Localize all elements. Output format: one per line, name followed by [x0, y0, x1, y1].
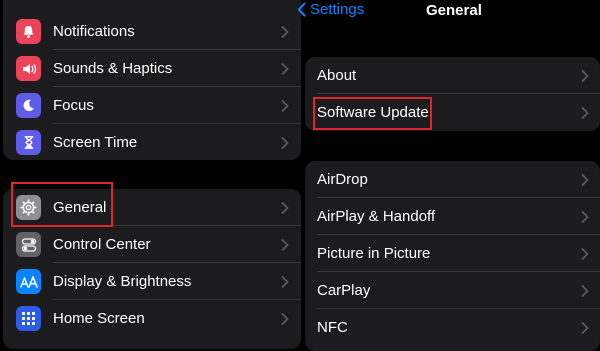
settings-row-control-center[interactable]: Control Center: [3, 226, 301, 263]
settings-row-label: Notifications: [53, 23, 135, 40]
chevron-right-icon: [281, 25, 289, 38]
settings-group-system: General Control Center Display & Brightn…: [3, 189, 301, 349]
settings-row-label: Screen Time: [53, 134, 138, 151]
general-row-label: About: [317, 67, 357, 84]
app-grid-icon: [16, 306, 41, 331]
settings-row-label: Display & Brightness: [53, 273, 192, 290]
general-group-connectivity: AirDrop AirPlay & Handoff Picture in Pic…: [305, 161, 600, 351]
general-detail-pane: Settings General About Software Update A…: [297, 0, 600, 351]
hourglass-icon: [16, 130, 41, 155]
settings-row-focus[interactable]: Focus: [3, 87, 301, 124]
chevron-right-icon: [281, 238, 289, 251]
chevron-right-icon: [281, 275, 289, 288]
page-title: General: [426, 2, 482, 19]
navigation-bar: Settings General: [297, 0, 600, 24]
back-button-label: Settings: [310, 1, 365, 18]
general-row-label: NFC: [317, 319, 348, 336]
chevron-right-icon: [581, 284, 589, 297]
general-row-label: CarPlay: [317, 282, 371, 299]
chevron-right-icon: [581, 69, 589, 82]
chevron-right-icon: [281, 136, 289, 149]
general-row-carplay[interactable]: CarPlay: [305, 272, 600, 309]
moon-icon: [16, 93, 41, 118]
back-button[interactable]: Settings: [297, 1, 364, 18]
general-row-software-update[interactable]: Software Update: [305, 94, 600, 131]
chevron-right-icon: [581, 173, 589, 186]
bell-icon: [16, 19, 41, 44]
settings-row-label: Control Center: [53, 236, 151, 253]
chevron-right-icon: [581, 210, 589, 223]
general-row-label: Picture in Picture: [317, 245, 431, 262]
general-row-nfc[interactable]: NFC: [305, 309, 600, 346]
settings-row-home-screen[interactable]: Home Screen: [3, 300, 301, 337]
settings-row-screen-time[interactable]: Screen Time: [3, 124, 301, 160]
settings-row-label: Sounds & Haptics: [53, 60, 173, 77]
settings-row-label: Home Screen: [53, 310, 145, 327]
chevron-left-icon: [297, 2, 306, 17]
general-row-label: Software Update: [317, 104, 429, 121]
chevron-right-icon: [281, 62, 289, 75]
chevron-right-icon: [581, 321, 589, 334]
general-row-airdrop[interactable]: AirDrop: [305, 161, 600, 198]
chevron-right-icon: [581, 106, 589, 119]
chevron-right-icon: [281, 99, 289, 112]
settings-row-sounds-haptics[interactable]: Sounds & Haptics: [3, 50, 301, 87]
settings-sidebar: Notifications Sounds & Haptics Focus Scr…: [0, 0, 302, 349]
chevron-right-icon: [281, 312, 289, 325]
text-size-icon: [16, 269, 41, 294]
general-row-airplay-handoff[interactable]: AirPlay & Handoff: [305, 198, 600, 235]
settings-row-label: General: [53, 199, 107, 216]
chevron-right-icon: [581, 247, 589, 260]
general-row-picture-in-picture[interactable]: Picture in Picture: [305, 235, 600, 272]
general-row-about[interactable]: About: [305, 57, 600, 94]
general-row-label: AirPlay & Handoff: [317, 208, 436, 225]
settings-row-notifications[interactable]: Notifications: [3, 13, 301, 50]
chevron-right-icon: [281, 201, 289, 214]
speaker-icon: [16, 56, 41, 81]
settings-row-display-brightness[interactable]: Display & Brightness: [3, 263, 301, 300]
general-group-info: About Software Update: [305, 57, 600, 131]
general-row-label: AirDrop: [317, 171, 368, 188]
toggles-icon: [16, 232, 41, 257]
settings-row-general[interactable]: General: [3, 189, 301, 226]
settings-group-alerts: Notifications Sounds & Haptics Focus Scr…: [3, 0, 301, 160]
gear-icon: [16, 195, 41, 220]
settings-row-label: Focus: [53, 97, 94, 114]
